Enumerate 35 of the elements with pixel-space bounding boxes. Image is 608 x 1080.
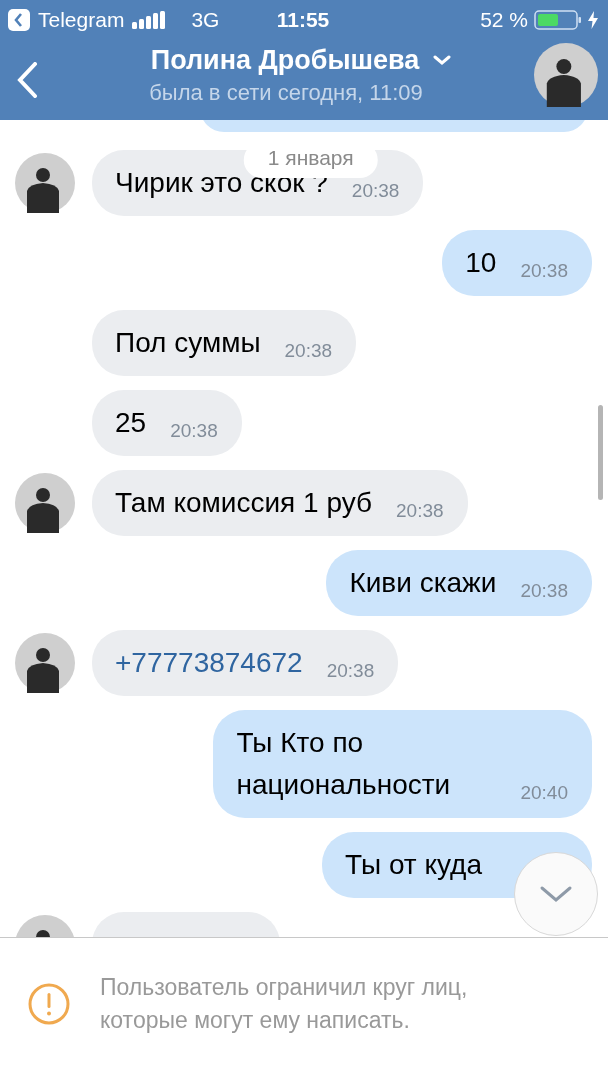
avatar-icon[interactable] xyxy=(534,43,598,107)
chat-title[interactable]: Полина Дробышева xyxy=(150,44,420,76)
message-time: 20:38 xyxy=(520,260,568,282)
restriction-notice: Пользователь ограничил круг лиц, которые могут ему написать. xyxy=(100,973,469,1035)
message-text: Ты от куда xyxy=(345,848,482,882)
warning-icon xyxy=(28,983,70,1025)
avatar-icon[interactable] xyxy=(15,473,75,533)
back-app-icon[interactable] xyxy=(8,9,30,31)
message-time: 20:40 xyxy=(520,782,568,804)
message-time: 20:38 xyxy=(284,340,333,362)
chevron-down-icon[interactable] xyxy=(433,55,452,65)
message-time: 20:38 xyxy=(326,660,375,682)
battery-icon xyxy=(534,10,582,30)
message-text: 10 xyxy=(465,246,497,280)
message-text: Киви скажи xyxy=(349,566,497,600)
message-time: 20:38 xyxy=(396,500,444,522)
network-label: 3G xyxy=(191,8,220,32)
chevron-down-icon xyxy=(539,885,573,903)
message-text: Пол суммы xyxy=(115,326,261,360)
battery-percent: 52 % xyxy=(480,8,528,32)
message-text: 25 xyxy=(115,406,147,440)
message-text: Ты Кто по национальности xyxy=(236,726,452,802)
message-time: 20:38 xyxy=(351,180,400,202)
avatar-icon[interactable] xyxy=(15,633,75,693)
back-app-label[interactable]: Telegram xyxy=(38,8,125,32)
charging-icon xyxy=(588,11,598,29)
message-time: 20:38 xyxy=(520,580,568,602)
clock: 11:55 xyxy=(276,8,330,32)
message-text: Там комиссия 1 руб xyxy=(115,486,373,520)
back-icon[interactable] xyxy=(16,62,38,98)
avatar-icon[interactable] xyxy=(15,153,75,213)
signal-icon xyxy=(132,11,166,29)
message-time: 20:38 xyxy=(170,420,218,442)
message-text: +77773874672 xyxy=(115,646,303,680)
last-seen: была в сети сегодня, 11:09 xyxy=(149,79,423,106)
